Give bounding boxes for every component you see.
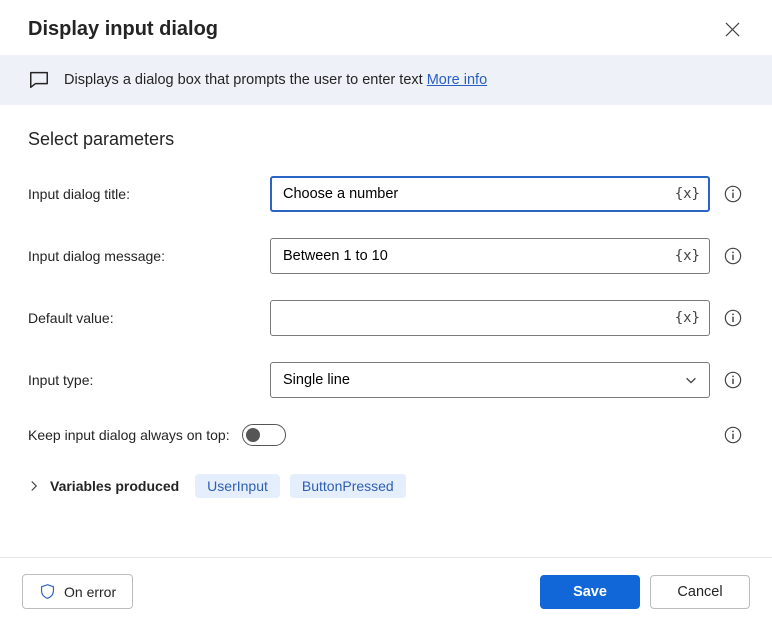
more-info-link[interactable]: More info [427, 72, 487, 88]
default-label: Default value: [28, 310, 258, 326]
dialog-header: Display input dialog [0, 0, 772, 55]
variable-badge[interactable]: UserInput [195, 474, 280, 498]
close-icon [725, 22, 740, 37]
info-button-default[interactable] [722, 307, 744, 329]
info-button-ontop[interactable] [722, 424, 744, 446]
variables-produced-row[interactable]: Variables produced UserInput ButtonPress… [28, 474, 744, 498]
on-error-label: On error [64, 584, 116, 600]
variable-picker-button[interactable]: {x} [673, 184, 702, 204]
info-button-type[interactable] [722, 369, 744, 391]
info-banner: Displays a dialog box that prompts the u… [0, 55, 772, 105]
toggle-knob [246, 428, 260, 442]
title-label: Input dialog title: [28, 186, 258, 202]
ontop-label: Keep input dialog always on top: [28, 427, 230, 443]
variable-picker-button[interactable]: {x} [673, 308, 702, 328]
cancel-button[interactable]: Cancel [650, 575, 750, 609]
variables-label: Variables produced [50, 478, 179, 494]
close-button[interactable] [721, 18, 744, 41]
default-input[interactable] [270, 300, 710, 336]
banner-text: Displays a dialog box that prompts the u… [64, 72, 487, 88]
info-icon [724, 309, 742, 327]
info-button-title[interactable] [722, 183, 744, 205]
on-error-button[interactable]: On error [22, 574, 133, 609]
info-icon [724, 426, 742, 444]
chevron-right-icon [28, 480, 40, 492]
variable-picker-button[interactable]: {x} [673, 246, 702, 266]
info-icon [724, 185, 742, 203]
type-label: Input type: [28, 372, 258, 388]
shield-icon [39, 583, 56, 600]
dialog-footer: On error Save Cancel [0, 557, 772, 625]
info-icon [724, 371, 742, 389]
type-select[interactable]: Single line [270, 362, 710, 398]
dialog-title: Display input dialog [28, 18, 218, 41]
title-input[interactable] [270, 176, 710, 212]
variable-badge[interactable]: ButtonPressed [290, 474, 406, 498]
message-input[interactable] [270, 238, 710, 274]
ontop-toggle[interactable] [242, 424, 286, 446]
info-icon [724, 247, 742, 265]
save-button[interactable]: Save [540, 575, 640, 609]
info-button-message[interactable] [722, 245, 744, 267]
section-title: Select parameters [28, 129, 744, 150]
message-icon [28, 69, 50, 91]
message-label: Input dialog message: [28, 248, 258, 264]
